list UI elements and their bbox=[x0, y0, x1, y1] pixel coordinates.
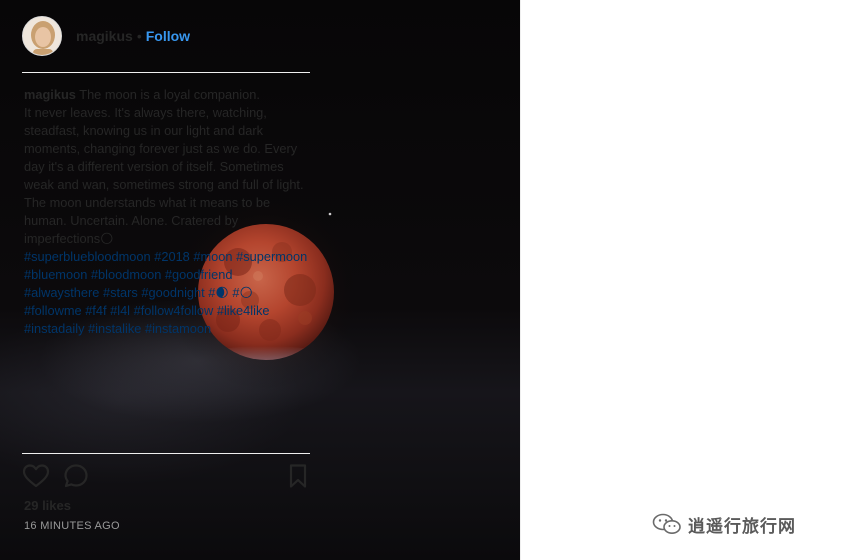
header-divider bbox=[22, 72, 310, 73]
bookmark-icon[interactable] bbox=[284, 462, 312, 490]
hashtag-link[interactable]: #instadaily bbox=[24, 321, 84, 336]
hashtag-link[interactable]: #goodfriend bbox=[165, 267, 233, 282]
hashtag-link[interactable]: #like4like bbox=[217, 303, 270, 318]
watermark-text: 逍遥行旅行网 bbox=[688, 516, 796, 537]
hashtag-link[interactable]: #f4f bbox=[85, 303, 106, 318]
post-sidebar bbox=[520, 0, 847, 560]
post-caption: magikus The moon is a loyal companion. I… bbox=[24, 86, 310, 338]
hashtag-link[interactable]: #superbluebloodmoon bbox=[24, 249, 151, 264]
hashtag-link[interactable]: #moon bbox=[193, 249, 232, 264]
hashtag-link[interactable]: #followme bbox=[24, 303, 82, 318]
like-count[interactable]: 29 likes bbox=[24, 498, 71, 513]
follow-button[interactable]: Follow bbox=[146, 28, 190, 44]
hashtag-link[interactable]: #l4l bbox=[110, 303, 130, 318]
caption-text: The moon is a loyal companion. It never … bbox=[24, 87, 304, 246]
hashtag-list: #superbluebloodmoon #2018 #moon #supermo… bbox=[24, 248, 310, 338]
wechat-icon bbox=[652, 513, 681, 534]
hashtag-link[interactable]: #bluemoon bbox=[24, 267, 87, 282]
post-header: magikus • Follow bbox=[22, 12, 310, 60]
actions-divider bbox=[22, 453, 310, 454]
hashtag-link[interactable]: #supermoon bbox=[236, 249, 307, 264]
post-timestamp[interactable]: 16 MINUTES AGO bbox=[24, 520, 120, 532]
hashtag-link[interactable]: #stars bbox=[103, 285, 138, 300]
comment-icon[interactable] bbox=[62, 462, 90, 490]
hashtag-link[interactable]: #instalike bbox=[88, 321, 141, 336]
hashtag-link[interactable]: #🌒 bbox=[208, 285, 228, 300]
hashtag-link[interactable]: #goodnight bbox=[141, 285, 204, 300]
heart-icon[interactable] bbox=[22, 462, 50, 490]
hashtag-link[interactable]: #2018 bbox=[154, 249, 190, 264]
hashtag-link[interactable]: #instamoon bbox=[145, 321, 211, 336]
avatar-image bbox=[23, 17, 61, 55]
hashtag-link[interactable]: #alwaysthere bbox=[24, 285, 99, 300]
caption-username[interactable]: magikus bbox=[24, 87, 76, 102]
hashtag-link[interactable]: #🌕 bbox=[232, 285, 252, 300]
hashtag-link[interactable]: #follow4follow bbox=[134, 303, 214, 318]
separator-dot: • bbox=[136, 28, 142, 44]
post-actions bbox=[22, 462, 312, 490]
watermark: 逍遥行旅行网 bbox=[652, 510, 842, 538]
hashtag-link[interactable]: #bloodmoon bbox=[91, 267, 161, 282]
avatar[interactable] bbox=[22, 16, 62, 56]
post-username[interactable]: magikus bbox=[76, 28, 133, 44]
